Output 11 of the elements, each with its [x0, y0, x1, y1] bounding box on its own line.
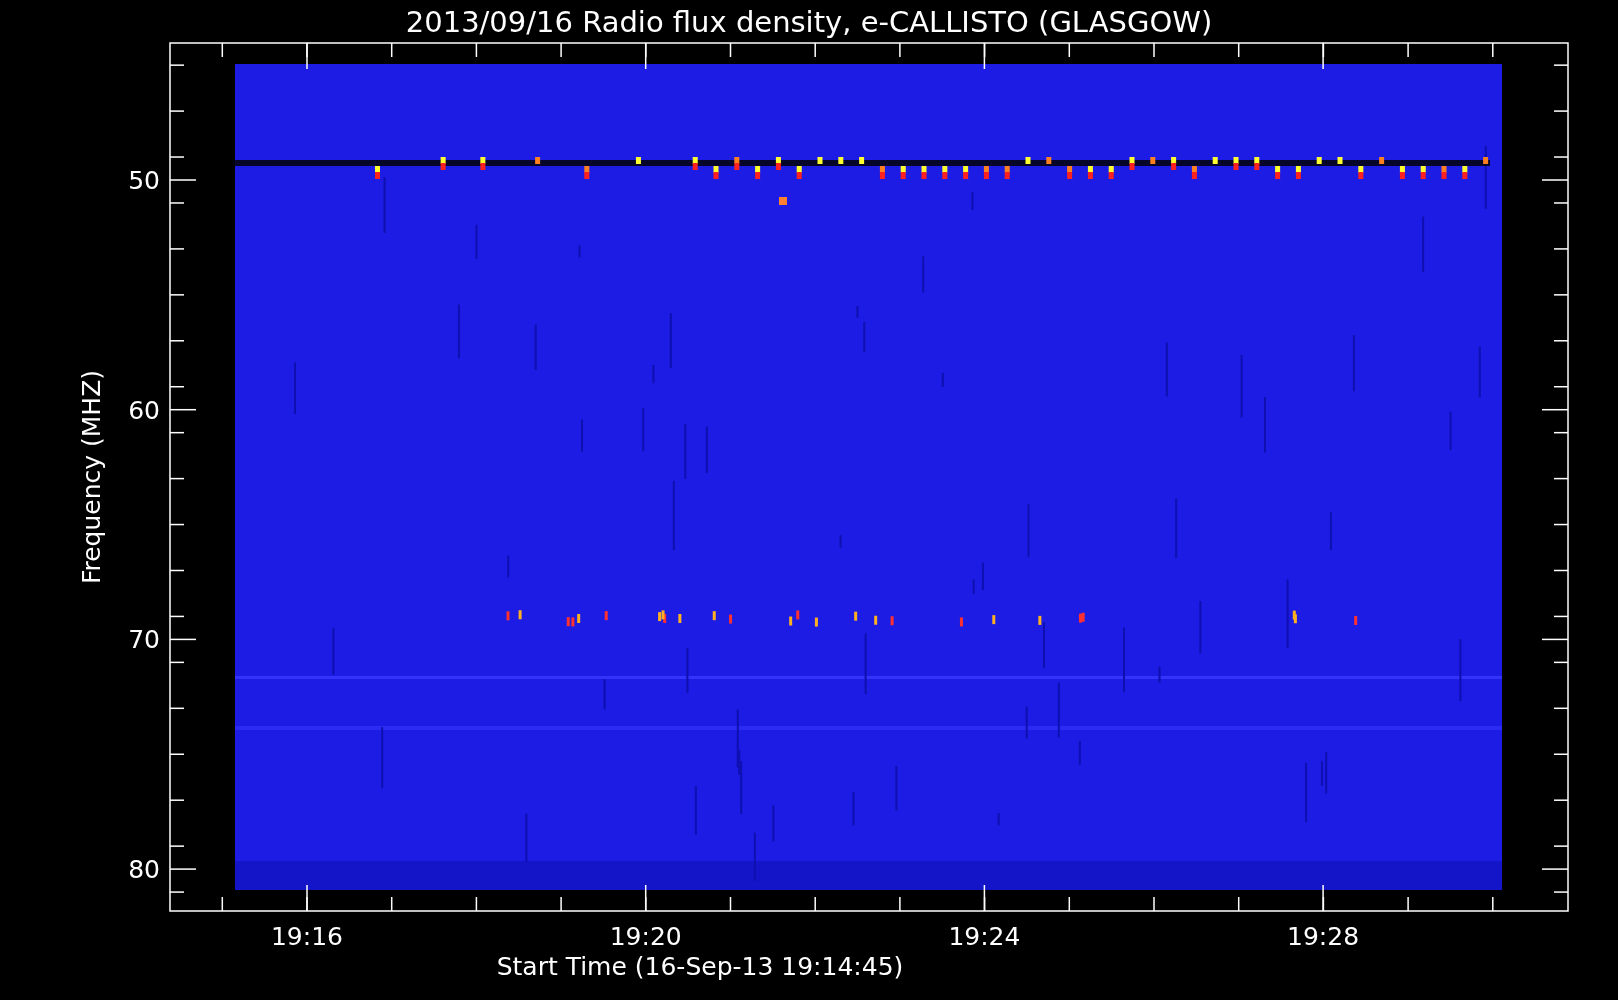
chart-title: 2013/09/16 Radio flux density, e-CALLISTO (GLASGOW) — [405, 5, 1213, 39]
y-tick-label: 70 — [128, 625, 160, 655]
x-tick-label: 19:28 — [1287, 922, 1360, 951]
y-tick-label: 50 — [128, 166, 160, 195]
y-tick-label: 60 — [128, 395, 160, 425]
x-tick-label: 19:16 — [271, 922, 343, 951]
x-tick-label: 19:24 — [948, 922, 1021, 951]
y-tick-label: 80 — [128, 855, 160, 885]
x-axis-label: Start Time (16-Sep-13 19:14:45) — [496, 952, 904, 981]
y-axis-label: Frequency (MHZ) — [77, 369, 106, 585]
x-tick-label: 19:20 — [609, 922, 682, 951]
